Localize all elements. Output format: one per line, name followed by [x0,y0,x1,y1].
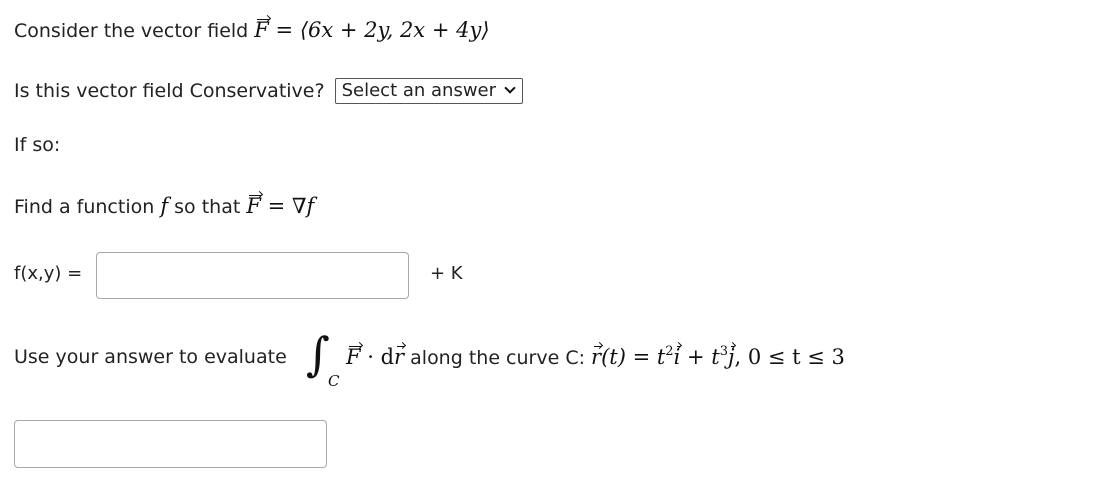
if-so-label: If so: [14,134,60,156]
vector-field-formula: F = ⟨6x + 2y, 2x + 4y⟩ [254,18,489,42]
exponent-3: 3 [719,344,728,359]
gradient-equation: F = ∇f [246,194,314,218]
integral-subscript: C [328,372,340,390]
vector-F-3: F [346,345,361,369]
evaluate-text: Use your answer to evaluate [14,346,287,368]
potential-label: f(x,y) = [14,263,82,284]
conservative-label: Is this vector field Conservative? [14,80,325,102]
find-prefix: Find a function [14,196,161,218]
equals-sign: = [268,18,300,42]
integral-answer-input[interactable] [14,420,327,468]
curve-parametrization: r(t) = t2i + t3j, 0 ≤ t ≤ 3 [591,344,845,369]
function-f: f [160,194,169,218]
conservative-select-value: Select an answer [341,80,497,101]
vector-F-2: F [246,194,261,218]
integral-expression: F · dr along the curve C: r(t) = t2i + t… [346,344,845,369]
find-middle: so that [168,196,247,218]
unit-vector-j: j [727,345,735,369]
plus-k-text: + K [430,263,463,284]
conservative-select[interactable]: Select an answer [334,78,524,104]
vector-r: r [394,345,405,369]
vector-r-2: r [591,345,602,369]
vector-field-statement: Consider the vector field F = ⟨6x + 2y, … [14,18,490,42]
plus-k-label: + K [430,263,463,284]
chevron-down-icon [504,82,516,94]
vector-F: F [254,18,269,42]
evaluate-prefix: Use your answer to evaluate [14,346,287,368]
along-curve-text: along the curve C: [410,347,592,369]
integrand: F · dr [346,345,405,369]
equals-nabla: = ∇ [260,194,307,218]
function-f-2: f [306,194,315,218]
param-t: (t) = t [601,345,666,369]
field-components: ⟨6x + 2y, 2x + 4y⟩ [299,18,490,42]
integral-sign: ∫ [306,327,330,381]
t-range: , 0 ≤ t ≤ 3 [734,345,845,369]
unit-vector-i: i [673,345,681,369]
if-so-text: If so: [14,134,61,156]
conservative-question: Is this vector field Conservative? Selec… [14,78,524,104]
potential-function-input[interactable] [96,252,409,299]
dot-d: · d [360,345,395,369]
plus-t: + t [680,345,720,369]
find-function-statement: Find a function f so that F = ∇f [14,194,314,218]
fxy-label: f(x,y) = [14,263,83,284]
statement-prefix: Consider the vector field [14,20,255,42]
exponent-2: 2 [665,344,674,359]
